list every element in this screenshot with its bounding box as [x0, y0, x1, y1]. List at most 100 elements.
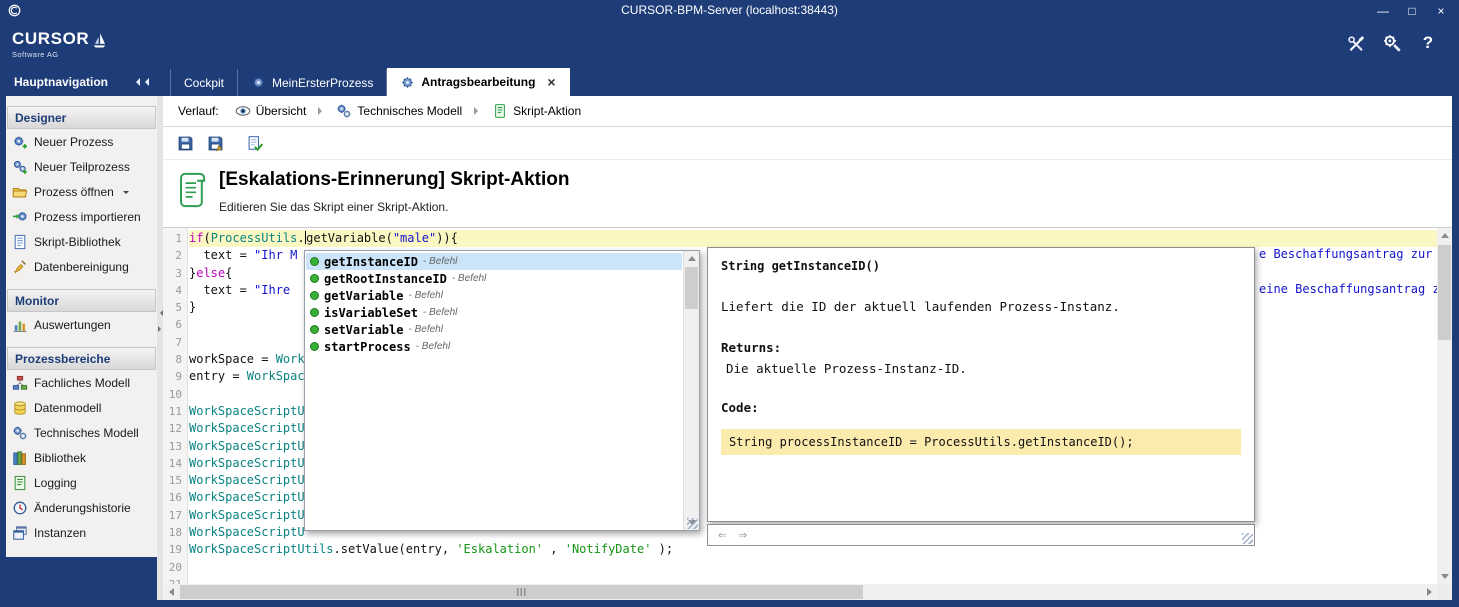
save-as-button[interactable] — [203, 132, 227, 156]
autocomplete-item-setvariable[interactable]: setVariable - Befehl — [306, 321, 682, 338]
script-action-icon — [492, 103, 508, 119]
autocomplete-item-name: startProcess — [324, 340, 411, 354]
scroll-up-icon[interactable] — [1437, 228, 1452, 243]
sidebar-item-neuer-prozess[interactable]: Neuer Prozess — [6, 129, 157, 154]
line-number: 12 — [163, 420, 187, 437]
page-subtitle: Editieren Sie das Skript einer Skript-Ak… — [219, 200, 448, 214]
sidebar-section-prozessbereiche: Prozessbereiche Fachliches Modell Datenmod… — [6, 347, 157, 545]
scroll-down-icon[interactable] — [1437, 569, 1452, 584]
autocomplete-list: getInstanceID - BefehlgetRootInstanceID … — [306, 253, 682, 355]
sidebar-item-label: Fachliches Modell — [34, 376, 130, 390]
code-token: . — [297, 231, 304, 245]
breadcrumb-item-skript-aktion[interactable]: Skript-Aktion — [492, 103, 581, 119]
code-token: , — [543, 542, 565, 556]
sidebar-section-header-monitor[interactable]: Monitor — [7, 289, 156, 312]
line-number: 13 — [163, 438, 187, 455]
autocomplete-item-getinstanceid[interactable]: getInstanceID - Befehl — [306, 253, 682, 270]
sidebar-section-header-designer[interactable]: Designer — [7, 106, 156, 129]
page-title: [Eskalations-Erinnerung] Skript-Aktion — [219, 169, 569, 191]
sidebar-item-instanzen[interactable]: Instanzen — [6, 520, 157, 545]
sidebar-item-skript-bibliothek[interactable]: Skript-Bibliothek — [6, 229, 157, 254]
autocomplete-scrollbar-thumb[interactable] — [685, 267, 698, 309]
scroll-left-icon[interactable] — [163, 584, 179, 600]
chevron-down-icon[interactable] — [123, 191, 129, 197]
nav-forward-icon[interactable]: ⇒ — [738, 528, 746, 542]
breadcrumb-item-technisches-modell[interactable]: Technisches Modell — [336, 103, 462, 119]
autocomplete-item-kind: - Befehl — [408, 324, 442, 335]
sidebar-section-header-prozessbereiche[interactable]: Prozessbereiche — [7, 347, 156, 370]
nav-back-icon[interactable]: ⇐ — [718, 528, 726, 542]
sidebar-item-label: Skript-Bibliothek — [34, 235, 121, 249]
resize-grip[interactable] — [687, 518, 698, 529]
vertical-scrollbar-thumb[interactable] — [1438, 245, 1451, 340]
script-action-page-icon — [177, 171, 207, 209]
line-number: 16 — [163, 489, 187, 506]
code-token: WorkSpac — [247, 369, 305, 383]
sidebar-item-auswertungen[interactable]: Auswertungen — [6, 312, 157, 337]
resize-grip[interactable] — [1242, 533, 1253, 544]
autocomplete-item-kind: - Befehl — [416, 341, 450, 352]
content-area: CockpitMeinErsterProzessAntragsbearbeitu… — [163, 68, 1452, 600]
autocomplete-scrollbar[interactable] — [683, 251, 699, 530]
brand-name: CURSOR — [12, 29, 89, 49]
open-process-icon — [12, 184, 28, 200]
sidebar-item-bibliothek[interactable]: Bibliothek — [6, 445, 157, 470]
check-script-button[interactable] — [243, 132, 267, 156]
maximize-button[interactable]: □ — [1400, 2, 1424, 19]
sidebar-item-label: Datenmodell — [34, 401, 101, 415]
minimize-button[interactable]: — — [1371, 2, 1395, 19]
code-token: WorkSpaceScriptU — [189, 421, 305, 435]
vertical-scrollbar[interactable] — [1437, 228, 1452, 584]
logging-icon — [12, 475, 28, 491]
titlebar: CURSOR-BPM-Server (localhost:38443) —□× — [0, 0, 1459, 22]
tools-button[interactable] — [1345, 32, 1367, 54]
code-token: WorkSpaceScriptU — [189, 439, 305, 453]
line-number: 20 — [163, 559, 187, 576]
help-button[interactable]: ? — [1417, 32, 1439, 54]
code-token: )){ — [436, 231, 458, 245]
close-button[interactable]: × — [1429, 2, 1453, 19]
autocomplete-item-getrootinstanceid[interactable]: getRootInstanceID - Befehl — [306, 270, 682, 287]
sidebar-item-datenbereinigung[interactable]: Datenbereinigung — [6, 254, 157, 279]
script-editor[interactable]: 123456789101112131415161718192021 if(Pro… — [163, 228, 1437, 584]
code-token: WorkSpaceScriptU — [189, 456, 305, 470]
help-icon: ? — [1423, 33, 1433, 53]
autocomplete-item-startprocess[interactable]: startProcess - Befehl — [306, 338, 682, 355]
sidebar-item-prozess-offnen[interactable]: Prozess öffnen — [6, 179, 157, 204]
line-number: 10 — [163, 386, 187, 403]
settings-wrench-button[interactable] — [1381, 32, 1403, 54]
sidebar: Hauptnavigation DesignerNeuer ProzessNeu… — [6, 68, 157, 557]
scroll-right-icon[interactable] — [1421, 584, 1437, 600]
code-token: ProcessUtils — [211, 231, 298, 245]
autocomplete-item-isvariableset[interactable]: isVariableSet - Befehl — [306, 304, 682, 321]
line-number: 15 — [163, 472, 187, 489]
tab-antragsbearbeitung[interactable]: Antragsbearbeitung× — [387, 68, 569, 96]
line-number: 11 — [163, 403, 187, 420]
tab-meinersterprozess[interactable]: MeinErsterProzess — [238, 69, 387, 96]
sidebar-header: Hauptnavigation — [6, 68, 157, 96]
sidebar-item-neuer-teilprozess[interactable]: Neuer Teilprozess — [6, 154, 157, 179]
autocomplete-item-getvariable[interactable]: getVariable - Befehl — [306, 287, 682, 304]
sidebar-item-fachliches-modell[interactable]: Fachliches Modell — [6, 370, 157, 395]
code-token: ); — [651, 542, 673, 556]
doc-description: Liefert die ID der aktuell laufenden Pro… — [721, 299, 1241, 314]
data-model-icon — [12, 400, 28, 416]
collapse-sidebar-icon[interactable] — [132, 78, 149, 86]
scroll-up-icon[interactable] — [684, 251, 699, 266]
save-as-icon — [207, 135, 224, 152]
page-header: [Eskalations-Erinnerung] Skript-Aktion E… — [163, 160, 1452, 228]
sidebar-item-technisches-modell[interactable]: Technisches Modell — [6, 420, 157, 445]
save-button[interactable] — [173, 132, 197, 156]
sidebar-item-datenmodell[interactable]: Datenmodell — [6, 395, 157, 420]
sidebar-item-logging[interactable]: Logging — [6, 470, 157, 495]
sidebar-item-anderungshistorie[interactable]: Änderungshistorie — [6, 495, 157, 520]
line-number: 4 — [163, 282, 187, 299]
sidebar-section-designer: DesignerNeuer ProzessNeuer TeilprozessPr… — [6, 106, 157, 279]
close-tab-icon[interactable]: × — [547, 75, 555, 89]
horizontal-scrollbar-thumb[interactable] — [180, 585, 863, 599]
brand-logo: CURSOR Software AG — [12, 29, 108, 59]
breadcrumb-item-ubersicht[interactable]: Übersicht — [235, 103, 307, 119]
tab-cockpit[interactable]: Cockpit — [170, 69, 238, 96]
horizontal-scrollbar[interactable] — [163, 584, 1437, 600]
sidebar-item-prozess-importieren[interactable]: Prozess importieren — [6, 204, 157, 229]
